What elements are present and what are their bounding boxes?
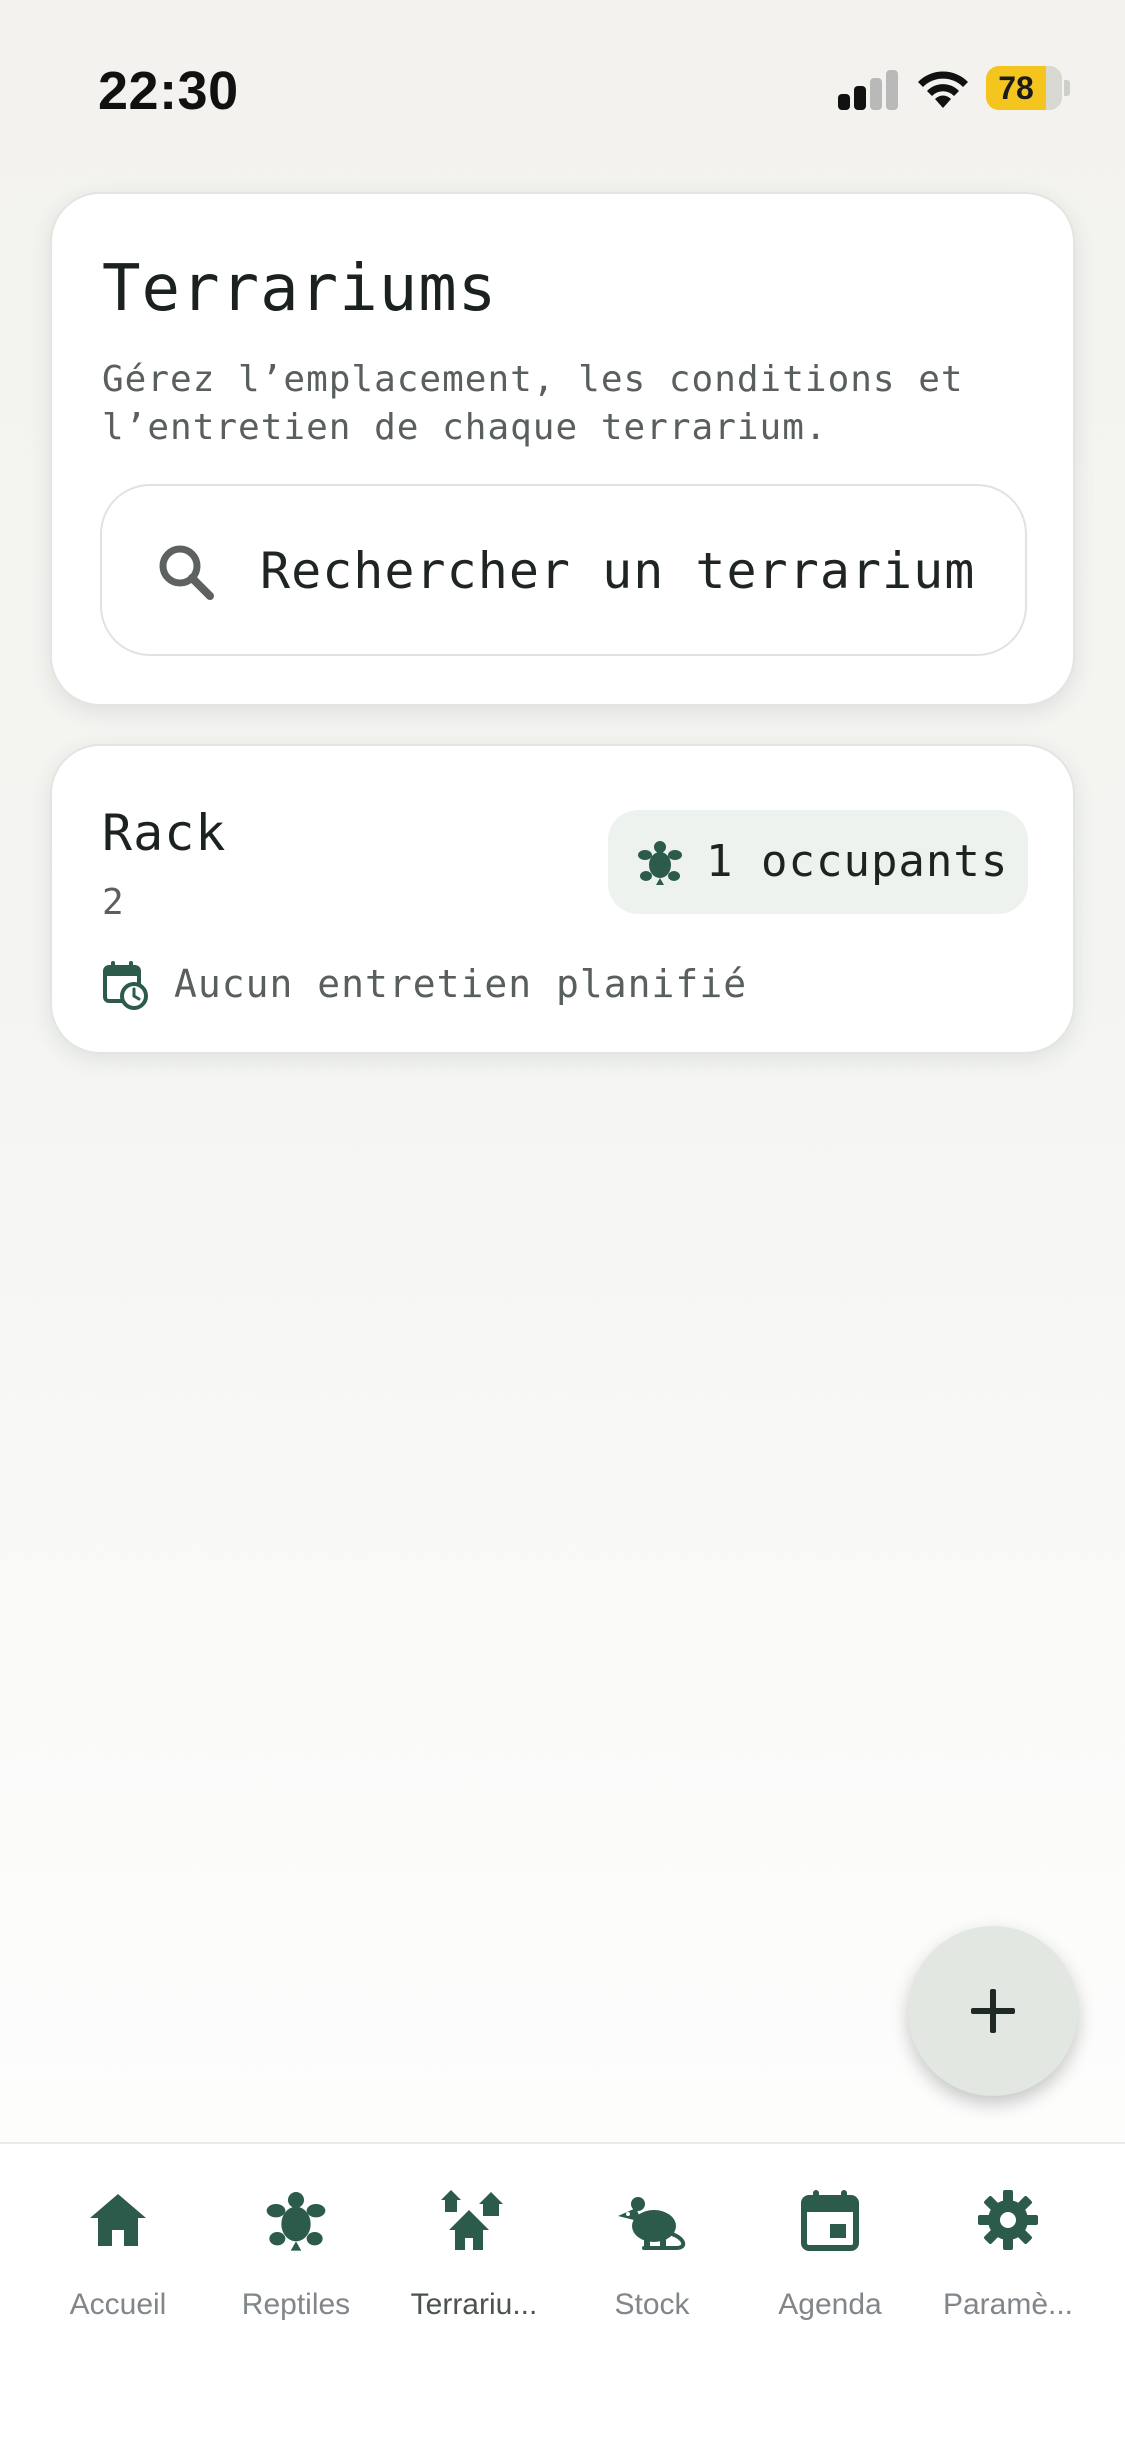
plus-icon — [971, 1989, 1015, 2033]
page-subtitle: Gérez l’emplacement, les conditions et l… — [102, 359, 964, 448]
nav-label: Stock — [614, 2288, 690, 2321]
nav-item-stock[interactable]: Stock — [563, 2188, 741, 2328]
rat-icon — [618, 2197, 686, 2250]
terrarium-subtitle: 2 — [102, 882, 124, 923]
search-placeholder: Rechercher un terrarium — [260, 542, 976, 600]
calendar-icon — [801, 2190, 859, 2251]
turtle-icon — [266, 2192, 326, 2251]
header-card: Terrariums Gérez l’emplacement, les cond… — [50, 192, 1075, 706]
calendar-clock-icon — [103, 961, 148, 1010]
status-bar: 22:30 78 — [0, 0, 1125, 180]
cellular-signal-icon — [838, 68, 900, 110]
nav-label: Paramè... — [942, 2288, 1074, 2321]
nav-label: Accueil — [69, 2288, 167, 2321]
bottom-navigation: Accueil Reptiles Terrariu... Stock Agend… — [0, 2142, 1125, 2438]
nav-item-agenda[interactable]: Agenda — [741, 2188, 919, 2328]
terrarium-card[interactable]: Rack 2 1 occupants Aucun entretien plani… — [50, 744, 1075, 1054]
occupants-count: 1 occupants — [706, 836, 1009, 887]
nav-item-accueil[interactable]: Accueil — [29, 2188, 207, 2328]
nav-item-parametres[interactable]: Paramè... — [919, 2188, 1097, 2328]
occupants-badge: 1 occupants — [608, 810, 1028, 914]
wifi-icon — [918, 71, 968, 108]
battery-tip — [1064, 80, 1070, 96]
nav-item-reptiles[interactable]: Reptiles — [207, 2188, 385, 2328]
nav-item-terrariums[interactable]: Terrariu... — [385, 2188, 563, 2328]
page-title: Terrariums — [102, 252, 498, 326]
status-time: 22:30 — [98, 61, 239, 121]
home-icon — [90, 2194, 146, 2246]
nav-label: Agenda — [778, 2288, 882, 2321]
terrarium-name: Rack — [102, 804, 227, 862]
nav-label: Reptiles — [241, 2288, 351, 2321]
add-terrarium-button[interactable] — [908, 1926, 1078, 2096]
maintenance-status: Aucun entretien planifié — [174, 962, 748, 1006]
turtle-icon — [638, 841, 682, 885]
houses-icon — [441, 2190, 503, 2250]
search-icon — [159, 545, 214, 600]
nav-label: Terrariu... — [410, 2288, 538, 2321]
battery-icon: 78 — [986, 66, 1062, 110]
search-input[interactable]: Rechercher un terrarium — [100, 484, 1027, 656]
gear-icon — [978, 2190, 1038, 2250]
